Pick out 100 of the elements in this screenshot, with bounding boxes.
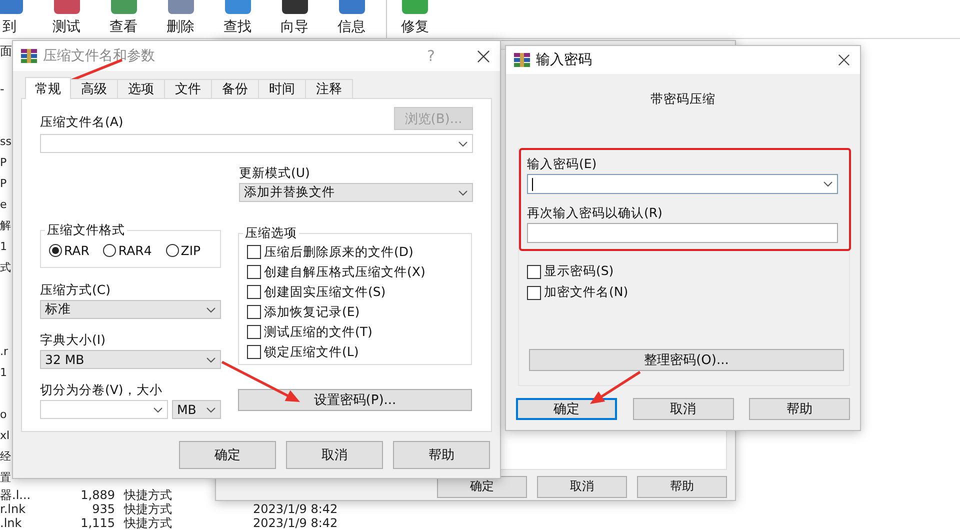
chevron-down-icon <box>458 140 468 146</box>
checkbox[interactable] <box>247 285 261 299</box>
checkbox-label: 测试压缩的文件(T) <box>264 324 372 340</box>
dialog-button[interactable]: 确定 <box>516 398 617 420</box>
checkbox[interactable] <box>247 345 261 359</box>
field-label: 输入密码(E) <box>527 156 598 172</box>
file-size: 1,889 <box>80 488 115 502</box>
field-label: 字典大小(I) <box>40 332 106 348</box>
checkbox-label: 创建自解压格式压缩文件(X) <box>264 264 426 280</box>
checkbox[interactable] <box>247 265 261 279</box>
toolbar-button[interactable]: 删除 <box>152 0 209 38</box>
file-name: e <box>0 198 7 210</box>
field-label: 压缩文件名(A) <box>40 114 124 130</box>
dialog-button[interactable]: 取消 <box>632 398 734 420</box>
file-type: 快捷方式 <box>124 516 172 530</box>
toolbar-button[interactable]: 信息 <box>323 0 380 38</box>
checkbox-label: 创建固实压缩文件(S) <box>264 284 386 300</box>
dialog-button[interactable]: 帮助 <box>749 398 850 420</box>
file-name-fragment: - <box>0 81 4 97</box>
file-name: 式 <box>0 260 11 274</box>
file-name: P <box>0 176 7 190</box>
file-name: o <box>0 408 7 420</box>
chevron-down-icon <box>823 181 833 187</box>
archive-name-field[interactable] <box>40 134 473 153</box>
file-name: 置 <box>0 470 11 484</box>
chevron-down-icon <box>458 190 468 196</box>
update-mode-dropdown[interactable]: 添加并替换文件 <box>239 183 473 202</box>
file-name: 经 <box>0 450 11 462</box>
organize-passwords-button[interactable]: 整理密码(O)... <box>529 349 844 371</box>
confirm-password-field[interactable] <box>527 223 838 243</box>
file-name: .lnk <box>0 516 22 530</box>
file-date: 2023/1/9 8:42 <box>253 516 338 530</box>
toolbar-button[interactable]: 修复 <box>386 0 443 38</box>
checkbox[interactable] <box>527 286 541 300</box>
file-name: 1 <box>0 366 7 378</box>
radio-button[interactable] <box>103 244 116 257</box>
file-name: 1 <box>0 240 7 252</box>
field-label: 更新模式(U) <box>239 165 311 181</box>
chevron-down-icon <box>206 306 216 312</box>
file-name: P <box>0 156 7 168</box>
checkbox[interactable] <box>247 325 261 339</box>
field-label: 切分为分卷(V)，大小 <box>40 382 164 398</box>
checkbox-label: 显示密码(S) <box>544 263 614 280</box>
arrow-annotation <box>590 370 641 404</box>
checkbox-label: 添加恢复记录(E) <box>264 304 360 320</box>
format-radio[interactable]: RAR <box>49 243 90 258</box>
file-size: 935 <box>92 502 115 516</box>
group-title: 压缩文件格式 <box>46 222 126 239</box>
format-radio[interactable]: RAR4 <box>103 243 152 258</box>
file-name: 解 <box>0 218 11 232</box>
radio-label: RAR4 <box>118 243 152 258</box>
file-name: xl <box>0 428 10 442</box>
file-type: 快捷方式 <box>124 502 172 516</box>
close-icon[interactable] <box>838 54 850 66</box>
field-label: 压缩方式(C) <box>40 282 112 298</box>
file-type: 快捷方式 <box>124 488 172 502</box>
dialog-button[interactable]: 确定 <box>437 476 527 498</box>
dialog-button[interactable]: 帮助 <box>637 476 727 498</box>
checkbox[interactable] <box>247 305 261 319</box>
split-size-field[interactable] <box>40 400 168 419</box>
checkbox[interactable] <box>247 245 261 259</box>
format-radio[interactable]: ZIP <box>166 243 201 258</box>
toolbar-button[interactable]: 查看 <box>95 0 152 38</box>
checkbox-label: 锁定压缩文件(L) <box>264 344 359 360</box>
checkbox-label: 加密文件名(N) <box>544 284 628 301</box>
checkbox-label: 压缩后删除原来的文件(D) <box>264 244 414 260</box>
set-password-button[interactable]: 设置密码(P)... <box>238 389 472 411</box>
file-name: r.lnk <box>0 502 26 516</box>
radio-button[interactable] <box>49 244 62 257</box>
archive-icon <box>21 49 37 63</box>
method-dropdown[interactable]: 标准 <box>40 300 221 319</box>
radio-button[interactable] <box>166 244 179 257</box>
close-icon[interactable] <box>477 50 490 62</box>
toolbar-button[interactable]: 测试 <box>38 0 95 38</box>
radio-label: RAR <box>64 243 90 258</box>
group-title: 压缩选项 <box>244 225 298 242</box>
archive-icon <box>514 53 530 67</box>
tab[interactable]: 注释 <box>305 79 353 99</box>
file-name: .r <box>0 344 8 358</box>
field-label: 再次输入密码以确认(R) <box>527 205 664 221</box>
dialog-button[interactable]: 取消 <box>286 441 383 469</box>
dictionary-dropdown[interactable]: 32 MB <box>40 350 221 369</box>
unit-dropdown[interactable]: MB <box>172 400 221 419</box>
checkbox[interactable] <box>527 264 541 278</box>
toolbar-button[interactable]: 向导 <box>266 0 323 38</box>
dialog-button[interactable]: 确定 <box>179 441 276 469</box>
file-name-fragment: 面 <box>0 43 12 59</box>
toolbar-button[interactable]: 查找 <box>209 0 266 38</box>
chevron-down-icon <box>206 356 216 362</box>
file-date: 2023/1/9 8:42 <box>253 502 338 516</box>
dialog-button[interactable]: 取消 <box>537 476 627 498</box>
text-cursor <box>532 178 533 190</box>
tab[interactable]: 常规 <box>25 77 71 99</box>
chevron-down-icon <box>153 406 163 412</box>
file-size: 1,115 <box>80 516 115 530</box>
dialog-button[interactable]: 帮助 <box>393 441 490 469</box>
password-field[interactable] <box>527 174 838 194</box>
window-title: 压缩文件名和参数 <box>43 47 156 65</box>
toolbar-button[interactable]: 到 <box>0 0 38 38</box>
dialog-heading: 带密码压缩 <box>650 91 716 108</box>
